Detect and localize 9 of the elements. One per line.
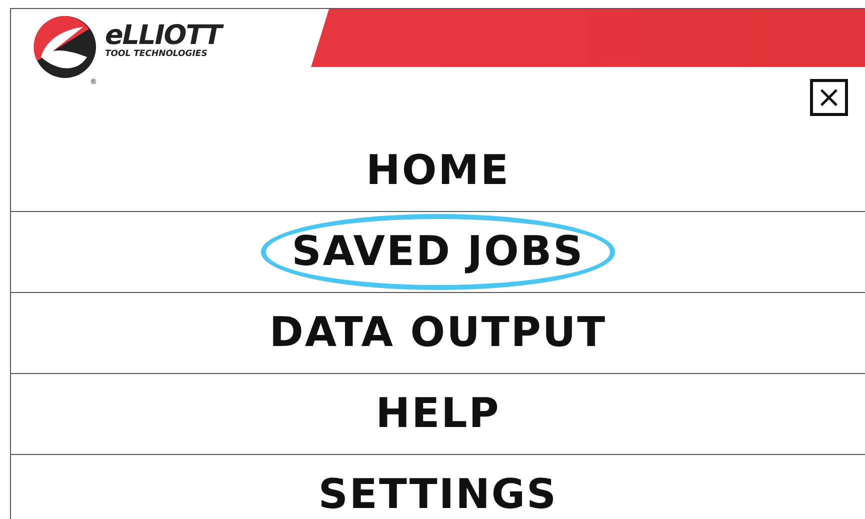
close-button[interactable]: × bbox=[810, 79, 848, 116]
menu-item[interactable]: HOME bbox=[11, 131, 865, 212]
menu-item[interactable]: HELP bbox=[11, 374, 865, 455]
brand-name: eLLIOTT bbox=[105, 23, 222, 49]
menu-item[interactable]: DATA OUTPUT bbox=[11, 293, 865, 374]
brand-tagline: TOOL TECHNOLOGIES bbox=[105, 49, 208, 59]
menu-item[interactable]: SAVED JOBS bbox=[11, 212, 865, 293]
menu-item[interactable]: SETTINGS bbox=[11, 455, 865, 519]
logo-icon bbox=[33, 15, 97, 79]
